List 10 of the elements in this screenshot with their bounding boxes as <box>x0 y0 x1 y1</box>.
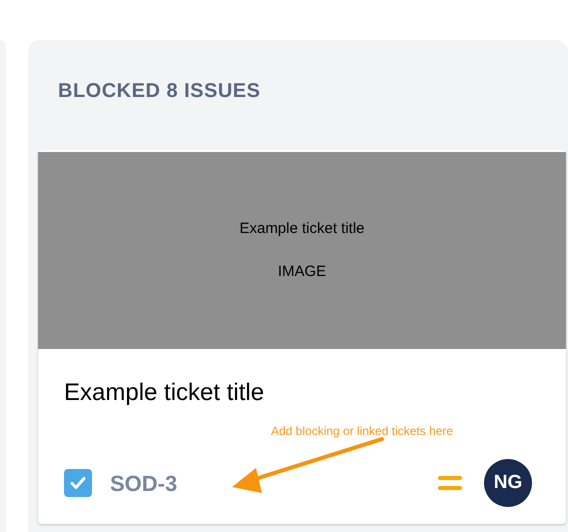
image-label: IMAGE <box>278 262 326 282</box>
assignee-avatar[interactable]: NG <box>484 459 532 507</box>
column-title: BLOCKED 8 ISSUES <box>58 79 262 102</box>
annotation-text: Add blocking or linked tickets here <box>271 423 454 440</box>
check-icon <box>70 476 86 490</box>
priority-icon <box>438 475 462 491</box>
image-caption: Example ticket title <box>239 219 365 239</box>
done-checkbox[interactable] <box>64 469 92 497</box>
ticket-key[interactable]: SOD-3 <box>110 466 178 500</box>
ticket-title: Example ticket title <box>64 378 266 408</box>
